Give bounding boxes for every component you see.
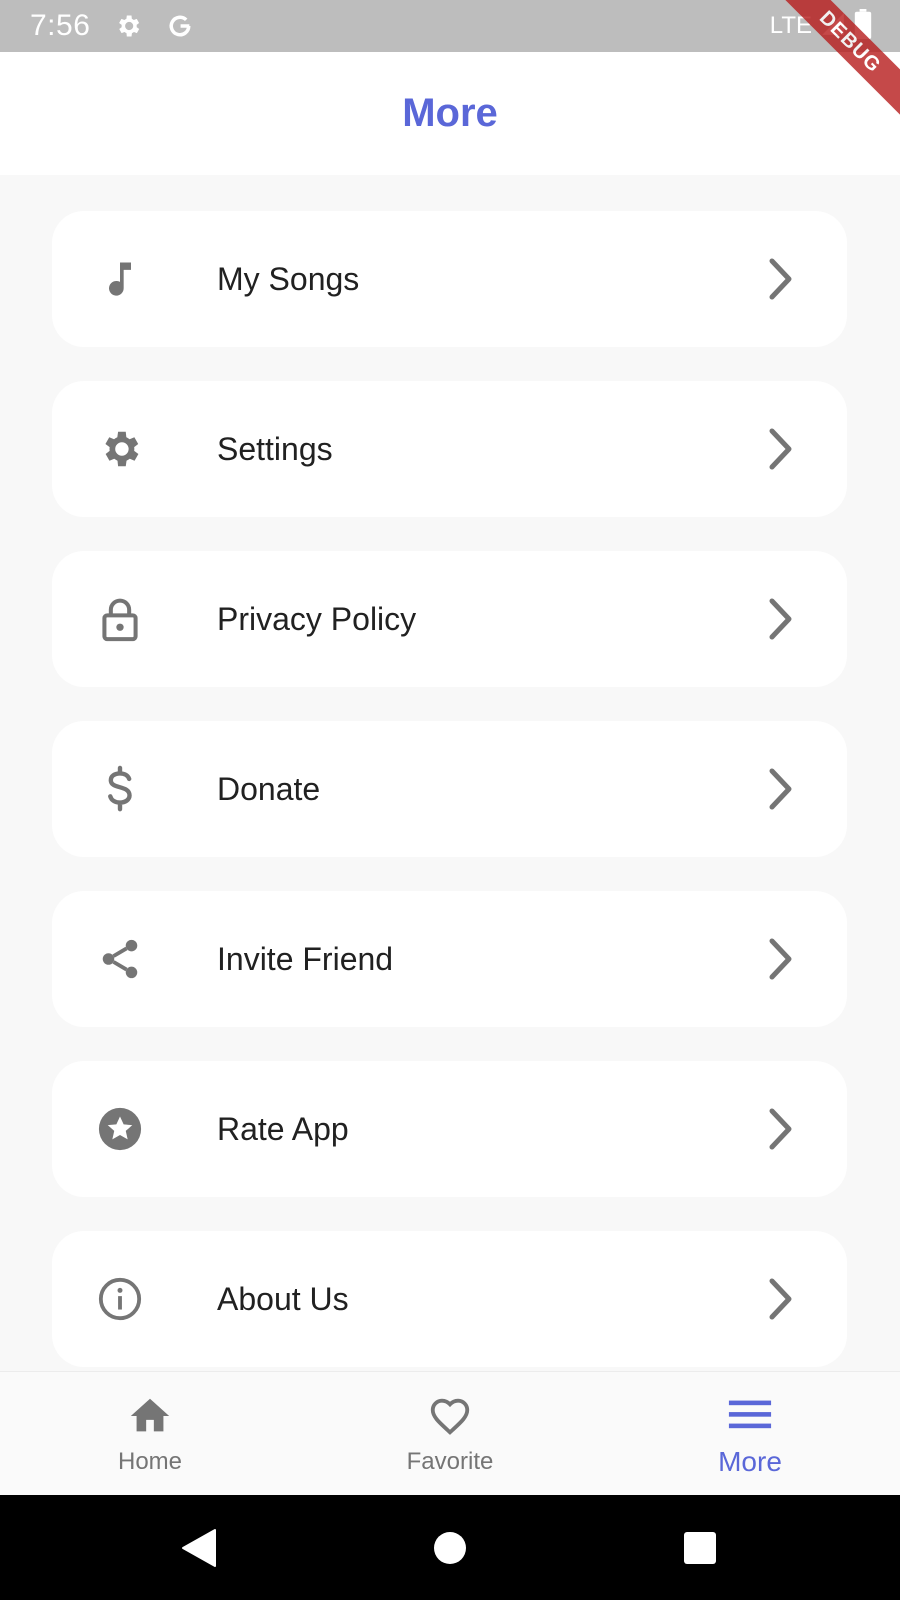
nav-item-favorite[interactable]: Favorite (300, 1372, 600, 1496)
menu-item-privacy-policy[interactable]: Privacy Policy (52, 551, 847, 687)
google-g-icon (166, 12, 194, 40)
home-button-icon[interactable] (427, 1525, 473, 1571)
menu-item-label: Donate (217, 770, 321, 807)
menu-item-label: Rate App (217, 1110, 349, 1147)
menu-item-label: About Us (217, 1280, 349, 1317)
chevron-right-icon (765, 597, 795, 641)
menu-item-rate-app[interactable]: Rate App (52, 1061, 847, 1197)
menu-item-label: Privacy Policy (217, 600, 417, 637)
menu-item-label: Settings (217, 430, 333, 467)
bottom-navigation: Home Favorite More (0, 1371, 900, 1495)
menu-item-about-us[interactable]: About Us (52, 1231, 847, 1367)
menu-item-label: My Songs (217, 260, 360, 297)
chevron-right-icon (765, 1277, 795, 1321)
menu-item-donate[interactable]: Donate (52, 721, 847, 857)
heart-icon (426, 1392, 474, 1440)
nav-item-home[interactable]: Home (0, 1372, 300, 1496)
menu-item-label: Invite Friend (217, 940, 394, 977)
share-icon (96, 935, 144, 983)
status-time: 7:56 (30, 9, 91, 42)
menu-item-my-songs[interactable]: My Songs (52, 211, 847, 347)
menu-list: My Songs Settings Privacy Policy Donate (0, 175, 900, 1371)
status-bar: 7:56 LTE (0, 0, 900, 52)
gear-icon (96, 425, 144, 473)
recents-icon[interactable] (677, 1525, 723, 1571)
chevron-right-icon (765, 1107, 795, 1151)
menu-item-invite-friend[interactable]: Invite Friend (52, 891, 847, 1027)
menu-icon (726, 1390, 774, 1438)
nav-item-more[interactable]: More (600, 1372, 900, 1496)
page-title: More (402, 91, 498, 135)
dollar-icon (96, 765, 144, 813)
info-icon (96, 1275, 144, 1323)
back-icon[interactable] (176, 1525, 222, 1571)
gear-icon (114, 12, 142, 40)
home-icon (126, 1392, 174, 1440)
chevron-right-icon (765, 937, 795, 981)
system-navigation-bar (0, 1495, 900, 1600)
app-bar: More (0, 52, 900, 175)
star-icon (96, 1105, 144, 1153)
chevron-right-icon (765, 427, 795, 471)
menu-item-settings[interactable]: Settings (52, 381, 847, 517)
music-note-icon (96, 255, 144, 303)
nav-label: More (718, 1446, 782, 1477)
chevron-right-icon (765, 767, 795, 811)
nav-label: Home (117, 1448, 183, 1475)
chevron-right-icon (765, 257, 795, 301)
lock-icon (96, 595, 144, 643)
nav-label: Favorite (406, 1448, 494, 1475)
